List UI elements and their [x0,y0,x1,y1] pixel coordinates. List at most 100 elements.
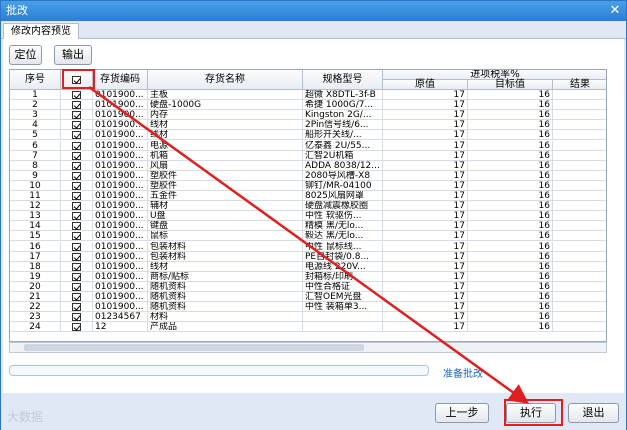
table-row[interactable]: 17 0101900... 包装材料 PE自封袋/0.8... 17 16 [10,251,606,262]
cell-select[interactable] [61,120,93,131]
row-checkbox[interactable] [72,192,81,200]
cell-original: 17 [383,191,468,202]
col-header-target[interactable]: 目标值 [468,80,553,90]
table-row[interactable]: 15 0101900... 鼠标 毅达 黑/无lo... 17 16 [10,231,606,242]
row-checkbox[interactable] [72,141,81,150]
cell-select[interactable] [61,261,93,272]
locate-button[interactable]: 定位 [9,45,42,65]
row-checkbox[interactable] [72,202,81,211]
row-checkbox[interactable] [72,151,81,160]
cell-name: 鼠标 [148,231,303,242]
cell-seq: 24 [10,322,61,333]
col-header-result[interactable]: 结果 [553,80,606,90]
previous-step-button[interactable]: 上一步 [435,403,489,423]
table-row[interactable]: 2 0101900... 硬盘-1000G 希捷 1000G/7... 17 16 [10,100,606,111]
row-checkbox[interactable] [72,272,81,281]
cell-select[interactable] [61,302,93,313]
row-checkbox[interactable] [72,313,81,322]
cell-target: 16 [468,201,553,212]
scrollbar-thumb[interactable] [24,344,364,351]
cell-select[interactable] [61,110,93,121]
col-header-spec[interactable]: 规格型号 [303,70,383,90]
col-header-original[interactable]: 原值 [383,80,468,90]
cell-target: 16 [468,261,553,272]
table-row[interactable]: 20 0101900... 随机资料 中性合格证 17 16 [10,281,606,292]
row-checkbox[interactable] [72,121,81,130]
row-checkbox[interactable] [72,181,81,190]
cell-select[interactable] [61,251,93,262]
table-row[interactable]: 8 0101900... 风扇 ADDA 8038/12... 17 16 [10,160,606,171]
cell-select[interactable] [61,221,93,232]
col-header-seq[interactable]: 序号 [10,70,61,90]
table-row[interactable]: 19 0101900... 商标/贴标 封箱标/印刷 17 16 [10,271,606,282]
cell-select[interactable] [61,100,93,111]
cell-select[interactable] [61,312,93,323]
cell-original: 17 [383,322,468,333]
cell-select[interactable] [61,180,93,191]
cell-select[interactable] [61,201,93,212]
close-icon[interactable]: ✕ [607,3,623,18]
row-checkbox[interactable] [72,131,81,140]
row-checkbox[interactable] [72,232,81,241]
cell-select[interactable] [61,322,93,333]
exit-button[interactable]: 退出 [568,403,619,423]
cell-seq: 4 [10,120,61,131]
row-checkbox[interactable] [72,171,81,180]
cell-select[interactable] [61,292,93,303]
cell-select[interactable] [61,140,93,151]
table-row[interactable]: 10 0101900... 塑胶件 铆钉/MR-04100 17 16 [10,180,606,191]
row-checkbox[interactable] [72,262,81,271]
cell-select[interactable] [61,241,93,252]
cell-select[interactable] [61,191,93,202]
table-row[interactable]: 4 0101900... 线材 2Pin信号线/6... 17 16 [10,120,606,131]
row-checkbox[interactable] [72,111,81,120]
cell-select[interactable] [61,90,93,101]
table-row[interactable]: 3 0101900... 内存 Kingston 2G/... 17 16 [10,110,606,121]
cell-code: 0101900... [93,150,148,161]
table-row[interactable]: 13 0101900... U盘 中性 软驱伤... 17 16 [10,211,606,222]
status-text: 准备批改 [443,369,483,380]
cell-select[interactable] [61,231,93,242]
cell-select[interactable] [61,271,93,282]
row-checkbox[interactable] [72,242,81,251]
row-checkbox[interactable] [72,303,81,312]
cell-select[interactable] [61,211,93,222]
cell-name: 电源 [148,140,303,151]
cell-result [553,302,606,313]
table-row[interactable]: 9 0101900... 塑胶件 2080导风槽-X8 17 16 [10,170,606,181]
table-row[interactable]: 24 12 产成品 17 16 [10,322,606,333]
export-button[interactable]: 输出 [54,45,92,65]
table-row[interactable]: 21 0101900... 随机资料 汇智OEM光盘 17 16 [10,292,606,303]
table-row[interactable]: 11 0101900... 五金件 8025风扇网罩 17 16 [10,191,606,202]
row-checkbox[interactable] [72,282,81,291]
col-header-name[interactable]: 存货名称 [148,70,303,90]
horizontal-scrollbar[interactable] [9,342,607,353]
tab-preview[interactable]: 修改内容预览 [3,23,79,40]
row-checkbox[interactable] [72,91,81,99]
cell-select[interactable] [61,170,93,181]
table-row[interactable]: 14 0101900... 键盘 精模 黑/无lo... 17 16 [10,221,606,232]
row-checkbox[interactable] [72,252,81,261]
row-checkbox[interactable] [72,212,81,221]
table-row[interactable]: 22 0101900... 随机资料 中性 装箱单3... 17 16 [10,302,606,313]
row-checkbox[interactable] [72,323,81,332]
cell-select[interactable] [61,150,93,161]
table-row[interactable]: 23 01234567 材料 17 16 [10,312,606,323]
cell-target: 16 [468,322,553,333]
cell-select[interactable] [61,130,93,141]
cell-select[interactable] [61,160,93,171]
cell-select[interactable] [61,281,93,292]
row-checkbox[interactable] [72,222,81,231]
table-row[interactable]: 18 0101900... 线材 电源线 220V... 17 16 [10,261,606,272]
row-checkbox[interactable] [72,161,81,170]
cell-target: 16 [468,211,553,222]
table-row[interactable]: 1 0101900... 主板 超微 X8DTL-3f-B 17 16 [10,90,606,101]
table-row[interactable]: 6 0101900... 电源 亿泰鑫 2U/55... 17 16 [10,140,606,151]
col-header-code[interactable]: 存货编码 [93,70,148,90]
table-row[interactable]: 12 0101900... 辅材 硬盘减震橡胶圈 17 16 [10,201,606,212]
row-checkbox[interactable] [72,101,81,110]
row-checkbox[interactable] [72,293,81,301]
table-row[interactable]: 7 0101900... 机箱 汇智2U机箱 17 16 [10,150,606,161]
table-row[interactable]: 16 0101900... 包装材料 中性 鼠标线... 17 16 [10,241,606,252]
table-row[interactable]: 5 0101900... 线材 船形开关线/... 17 16 [10,130,606,141]
